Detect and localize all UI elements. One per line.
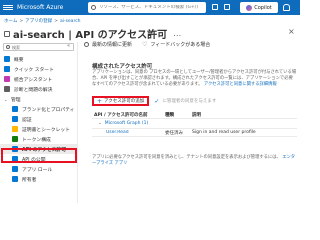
search-icon [6,45,10,49]
refresh-icon [84,42,89,47]
breadcrumb-home[interactable]: ホーム [4,19,17,24]
integration-icon [4,76,10,82]
more-options-icon[interactable]: … [173,29,181,38]
permissions-consent-link[interactable]: アクセス許可と同意に関する詳細情報 [204,82,277,87]
sidebar: « 概要クイック スタート統合アシスタント診断と問題の解決⌄管理ブランド化とプロ… [0,42,78,203]
footer-text: アプリに必要なアクセス許可を同意を済みとし、テナントの同意設定を表示および管理す… [92,155,281,160]
overview-icon [4,56,10,62]
sidebar-item[interactable]: 診断と問題の解決 [0,84,78,94]
sidebar-item-label: 認証 [22,117,32,123]
sidebar-item[interactable]: トークン構成 [0,134,78,144]
add-permission-button[interactable]: + アクセス許可の追加 [92,96,150,106]
sidebar-item[interactable]: 統合アシスタント [0,74,78,84]
sidebar-item-label: 診断と問題の解決 [14,87,53,93]
collapse-sidebar-icon[interactable]: « [67,43,70,49]
breadcrumb: ホーム > アプリの登録 > ai-search [4,19,81,24]
check-icon: ✓ [154,97,160,105]
chevron-down-icon: ⌄ [4,96,8,102]
copilot-icon [246,4,253,11]
api-group-microsoft-graph[interactable]: ⌄ Microsoft Graph (1) [92,119,297,128]
certificate-icon [12,126,18,132]
add-permission-label: アクセス許可の追加 [104,99,145,104]
global-search-input[interactable] [99,5,204,10]
sidebar-item-label: 証明書とシークレット [22,127,70,133]
sidebar-item-label: 所有者 [22,177,37,183]
grant-admin-consent-button[interactable]: に管理者の同意を与えます [162,98,216,104]
permission-actions: + アクセス許可の追加 ✓ に管理者の同意を与えます [92,96,216,106]
diagnose-icon [4,86,10,92]
permission-name[interactable]: User.Read [92,130,165,135]
owners-icon [12,176,18,182]
sidebar-item-label: クイック スタート [14,67,54,73]
sidebar-item[interactable]: 所有者 [0,174,78,184]
sidebar-item[interactable]: 証明書とシークレット [0,124,78,134]
directory-icon[interactable] [224,4,230,10]
sidebar-item[interactable]: クイック スタート [0,64,78,74]
highlight-box-sidebar [1,148,77,163]
sidebar-item-label: トークン構成 [22,137,51,143]
sidebar-item[interactable]: アプリ ロール [0,164,78,174]
sidebar-item[interactable]: 概要 [0,54,78,64]
authentication-icon [12,116,18,122]
toolbar: 最新の情報に更新 ♡ フィードバックがある場合 [84,41,210,48]
notifications-icon[interactable] [283,4,290,11]
title-row: ai-search | API のアクセス許可 … [4,26,181,41]
global-search[interactable] [88,2,206,13]
sidebar-item[interactable]: 認証 [0,114,78,124]
section-title: 構成されたアクセス許可 [92,64,153,70]
heart-icon: ♡ [142,41,148,48]
brand-name[interactable]: Microsoft Azure [17,4,63,11]
sidebar-search[interactable] [3,43,74,51]
breadcrumb-app-registrations[interactable]: アプリの登録 [25,19,52,24]
sidebar-item-label: 管理 [11,97,21,103]
copilot-button[interactable]: Copilot [240,2,278,13]
breadcrumb-app[interactable]: ai-search [60,19,81,24]
quickstart-icon [4,66,10,72]
sidebar-item-label: 概要 [14,57,24,63]
top-icons [212,4,230,10]
close-icon[interactable]: × [288,27,295,36]
table-row: User.Read 委任済み Sign in and read user pro… [92,128,297,137]
refresh-label: 最新の情報に更新 [92,42,133,48]
plus-icon: + [97,97,103,105]
sidebar-item-label: ブランド化とプロパティ [22,107,75,113]
menu-icon[interactable] [3,5,13,10]
sidebar-item-label: 統合アシスタント [14,77,53,83]
sidebar-item[interactable]: ⌄ 管理 [0,94,78,104]
chevron-down-icon: ⌄ [98,121,102,126]
permission-description: Sign in and read user profile [192,130,256,135]
sidebar-item-label: アプリ ロール [22,167,53,173]
feedback-button[interactable]: ♡ フィードバックがある場合 [142,41,210,48]
api-icon [4,30,10,37]
app-roles-icon [12,166,18,172]
section-description: アプリケーションは、同意の プロセスの一環としてユーザー/管理者からアクセス許可… [92,70,297,88]
header-api-name: API / アクセス許可の名前 [94,112,148,118]
footer-description: アプリに必要なアクセス許可を同意を済みとし、テナントの同意設定を表示および管理す… [92,155,297,167]
api-group-label: Microsoft Graph (1) [104,121,149,126]
refresh-button[interactable]: 最新の情報に更新 [84,41,132,48]
table-header: API / アクセス許可の名前 種類 説明 [92,111,297,119]
page-title: ai-search | API のアクセス許可 [13,30,168,41]
permissions-table: API / アクセス許可の名前 種類 説明 ⌄ Microsoft Graph … [92,111,297,137]
search-icon [91,5,96,10]
feedback-label: フィードバックがある場合 [150,42,211,48]
cloud-shell-icon[interactable] [212,4,218,10]
sidebar-search-input[interactable] [12,44,62,50]
permission-type: 委任済み [165,130,183,136]
sidebar-item[interactable]: ブランド化とプロパティ [0,104,78,114]
header-description: 説明 [192,112,201,118]
token-icon [12,136,18,142]
copilot-label: Copilot [254,4,272,11]
branding-icon [12,106,18,112]
header-type: 種類 [165,112,174,118]
